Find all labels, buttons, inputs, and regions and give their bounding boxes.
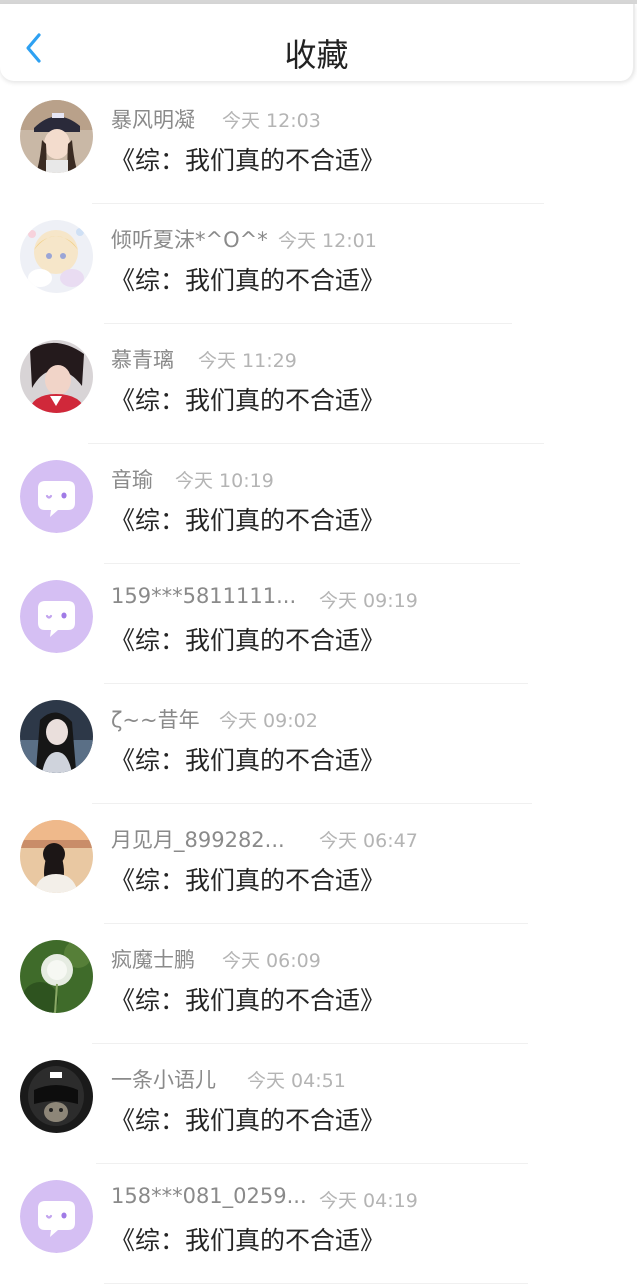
app-header: 收藏: [0, 4, 635, 81]
message-text: 《综：我们真的不合适》: [110, 986, 386, 1015]
avatar: [20, 220, 93, 293]
sender-name: 疯魔士鹏: [111, 948, 195, 972]
sender-name: 倾听夏沫*^O^*: [111, 228, 268, 252]
timestamp: 今天 11:29: [198, 350, 297, 372]
default-chat-icon: [20, 1180, 93, 1253]
avatar: [20, 1060, 93, 1133]
list-item[interactable]: 音瑜 今天 10:19 《综：我们真的不合适》: [0, 444, 637, 564]
timestamp: 今天 06:09: [222, 950, 321, 972]
avatar: [20, 100, 93, 173]
sender-name: 159***5811111...: [111, 584, 297, 608]
sender-name: 慕青璃: [111, 348, 174, 372]
list-item[interactable]: 158***081_0259... 今天 04:19 《综：我们真的不合适》: [0, 1164, 637, 1284]
sender-name: 158***081_0259...: [111, 1184, 307, 1208]
default-chat-icon: [20, 460, 93, 533]
timestamp: 今天 10:19: [175, 470, 274, 492]
list-item[interactable]: 月见月_899282... 今天 06:47 《综：我们真的不合适》: [0, 804, 637, 924]
message-text: 《综：我们真的不合适》: [110, 386, 386, 415]
message-text: 《综：我们真的不合适》: [110, 626, 386, 655]
avatar: [20, 700, 93, 773]
list-item[interactable]: 疯魔士鹏 今天 06:09 《综：我们真的不合适》: [0, 924, 637, 1044]
list-item[interactable]: ζ~~昔年 今天 09:02 《综：我们真的不合适》: [0, 684, 637, 804]
sender-name: 月见月_899282...: [111, 828, 285, 852]
sender-name: ζ~~昔年: [111, 708, 200, 732]
timestamp: 今天 06:47: [319, 830, 418, 852]
timestamp: 今天 12:01: [278, 230, 377, 252]
avatar: [20, 820, 93, 893]
page-title: 收藏: [284, 36, 349, 74]
message-text: 《综：我们真的不合适》: [110, 1106, 386, 1135]
message-text: 《综：我们真的不合适》: [110, 866, 386, 895]
sender-name: 一条小语儿: [111, 1068, 216, 1092]
message-text: 《综：我们真的不合适》: [110, 266, 386, 295]
timestamp: 今天 04:51: [247, 1070, 346, 1092]
message-text: 《综：我们真的不合适》: [110, 1226, 386, 1255]
avatar: [20, 460, 93, 533]
timestamp: 今天 09:19: [319, 590, 418, 612]
message-text: 《综：我们真的不合适》: [110, 746, 386, 775]
message-text: 《综：我们真的不合适》: [110, 506, 386, 535]
message-text: 《综：我们真的不合适》: [110, 146, 386, 175]
list-item[interactable]: 倾听夏沫*^O^* 今天 12:01 《综：我们真的不合适》: [0, 204, 637, 324]
timestamp: 今天 04:19: [319, 1190, 418, 1212]
list-item[interactable]: 159***5811111... 今天 09:19 《综：我们真的不合适》: [0, 564, 637, 684]
favorites-list: 暴风明凝 今天 12:03 《综：我们真的不合适》 倾听夏沫*^O^* 今天 1…: [0, 84, 637, 1284]
list-item[interactable]: 暴风明凝 今天 12:03 《综：我们真的不合适》: [0, 84, 637, 204]
avatar: [20, 940, 93, 1013]
sender-name: 音瑜: [111, 468, 153, 492]
default-chat-icon: [20, 580, 93, 653]
timestamp: 今天 09:02: [219, 710, 318, 732]
avatar: [20, 340, 93, 413]
timestamp: 今天 12:03: [222, 110, 321, 132]
list-item[interactable]: 一条小语儿 今天 04:51 《综：我们真的不合适》: [0, 1044, 637, 1164]
sender-name: 暴风明凝: [111, 108, 195, 132]
list-item[interactable]: 慕青璃 今天 11:29 《综：我们真的不合适》: [0, 324, 637, 444]
avatar: [20, 1180, 93, 1253]
avatar: [20, 580, 93, 653]
